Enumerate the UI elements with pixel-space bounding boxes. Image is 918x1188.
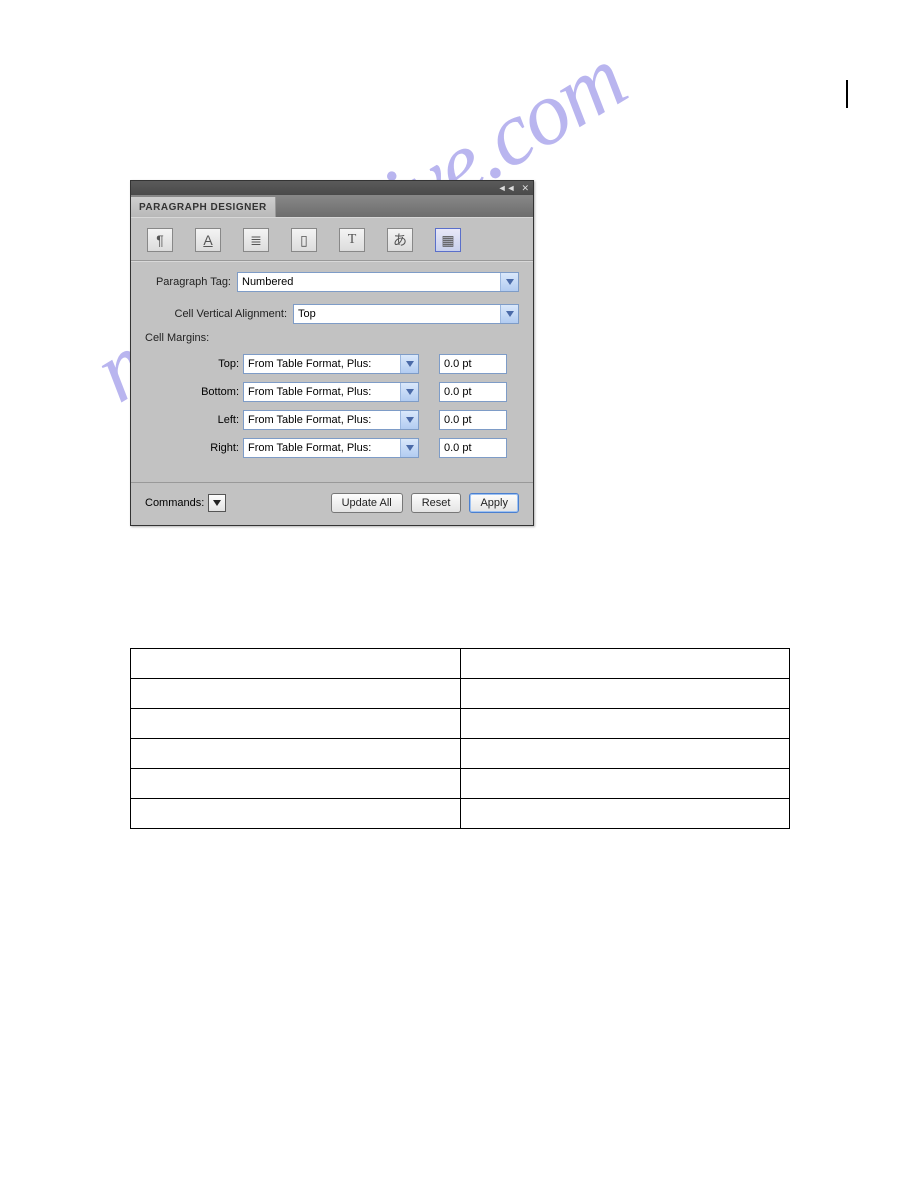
table-cell[interactable] <box>460 649 790 679</box>
table-cell[interactable] <box>131 649 461 679</box>
update-all-button[interactable]: Update All <box>331 493 403 513</box>
cell-valign-value: Top <box>294 308 500 320</box>
numbering-icon[interactable]: ▯ <box>291 228 317 252</box>
asian-icon[interactable]: あ <box>387 228 413 252</box>
margin-right-row: Right: From Table Format, Plus: 0.0 pt <box>195 438 519 458</box>
margin-left-mode-select[interactable]: From Table Format, Plus: <box>243 410 419 430</box>
margin-right-mode-select[interactable]: From Table Format, Plus: <box>243 438 419 458</box>
chevron-down-icon <box>400 439 418 457</box>
chevron-down-icon <box>400 411 418 429</box>
paragraph-tag-value: Numbered <box>238 276 500 288</box>
table-row <box>131 769 790 799</box>
margin-bottom-label: Bottom: <box>195 386 243 398</box>
margin-bottom-row: Bottom: From Table Format, Plus: 0.0 pt <box>195 382 519 402</box>
margin-left-input[interactable]: 0.0 pt <box>439 410 507 430</box>
margin-right-input[interactable]: 0.0 pt <box>439 438 507 458</box>
toolbar: ¶ A ≣ ▯ T あ ▦ <box>131 217 533 261</box>
commands-label: Commands: <box>145 497 204 509</box>
chevron-down-icon <box>400 383 418 401</box>
hiragana-icon: あ <box>393 230 407 250</box>
page-icon: ▯ <box>300 232 308 249</box>
table-cell[interactable] <box>131 739 461 769</box>
cell-valign-label: Cell Vertical Alignment: <box>145 308 293 320</box>
tab-paragraph-designer[interactable]: PARAGRAPH DESIGNER <box>131 197 276 217</box>
close-icon[interactable]: ✕ <box>521 183 529 194</box>
table-cell[interactable] <box>460 739 790 769</box>
commands-dropdown[interactable] <box>208 494 226 512</box>
font-icon[interactable]: A <box>195 228 221 252</box>
cell-margins-label: Cell Margins: <box>145 332 519 344</box>
t-icon: T <box>348 232 357 248</box>
paragraph-tag-label: Paragraph Tag: <box>145 276 237 288</box>
table-cell[interactable] <box>460 709 790 739</box>
pilcrow-icon: ¶ <box>156 232 164 248</box>
table-row <box>131 739 790 769</box>
tablecell-icon[interactable]: ▦ <box>435 228 461 252</box>
margin-top-mode: From Table Format, Plus: <box>244 358 400 370</box>
footer-buttons: Update All Reset Apply <box>331 493 519 513</box>
margin-bottom-mode-select[interactable]: From Table Format, Plus: <box>243 382 419 402</box>
table-row <box>131 649 790 679</box>
margin-top-input[interactable]: 0.0 pt <box>439 354 507 374</box>
margin-top-mode-select[interactable]: From Table Format, Plus: <box>243 354 419 374</box>
paragraph-tag-select[interactable]: Numbered <box>237 272 519 292</box>
margin-right-label: Right: <box>195 442 243 454</box>
dialog-tabrow: PARAGRAPH DESIGNER <box>131 195 533 217</box>
paragraph-designer-dialog: ◄◄ ✕ PARAGRAPH DESIGNER ¶ A ≣ ▯ T あ ▦ Pa… <box>130 180 534 526</box>
dialog-titlebar[interactable]: ◄◄ ✕ <box>131 181 533 195</box>
chevron-down-icon <box>500 273 518 291</box>
table-row <box>131 679 790 709</box>
pagination-icon[interactable]: ≣ <box>243 228 269 252</box>
margin-left-label: Left: <box>195 414 243 426</box>
margin-top-row: Top: From Table Format, Plus: 0.0 pt <box>195 354 519 374</box>
table-cell[interactable] <box>131 709 461 739</box>
cell-valign-row: Cell Vertical Alignment: Top <box>145 304 519 324</box>
margin-bottom-mode: From Table Format, Plus: <box>244 386 400 398</box>
table-cell[interactable] <box>131 769 461 799</box>
reset-button[interactable]: Reset <box>411 493 462 513</box>
document-table <box>130 648 790 829</box>
dialog-footer: Commands: Update All Reset Apply <box>131 482 533 525</box>
margin-top-label: Top: <box>195 358 243 370</box>
cell-valign-select[interactable]: Top <box>293 304 519 324</box>
dialog-inner: ¶ A ≣ ▯ T あ ▦ Paragraph Tag: Numbered Ce… <box>131 217 533 525</box>
basic-icon[interactable]: ¶ <box>147 228 173 252</box>
table-row <box>131 799 790 829</box>
advanced-icon[interactable]: T <box>339 228 365 252</box>
table-cell[interactable] <box>460 769 790 799</box>
form-body: Paragraph Tag: Numbered Cell Vertical Al… <box>131 261 533 482</box>
commands-group: Commands: <box>145 494 226 512</box>
text-cursor <box>846 80 848 108</box>
margin-left-mode: From Table Format, Plus: <box>244 414 400 426</box>
table-cell[interactable] <box>131 799 461 829</box>
chevron-down-icon <box>400 355 418 373</box>
margin-right-mode: From Table Format, Plus: <box>244 442 400 454</box>
table-cell[interactable] <box>460 799 790 829</box>
apply-button[interactable]: Apply <box>469 493 519 513</box>
letter-a-icon: A <box>203 232 212 248</box>
paragraph-tag-row: Paragraph Tag: Numbered <box>145 272 519 292</box>
margin-bottom-input[interactable]: 0.0 pt <box>439 382 507 402</box>
margin-rows: Top: From Table Format, Plus: 0.0 pt Bot… <box>145 354 519 458</box>
chevron-down-icon <box>500 305 518 323</box>
table-row <box>131 709 790 739</box>
grid-icon: ▦ <box>441 232 454 249</box>
collapse-icon[interactable]: ◄◄ <box>498 183 516 193</box>
lines-icon: ≣ <box>250 232 262 249</box>
margin-left-row: Left: From Table Format, Plus: 0.0 pt <box>195 410 519 430</box>
table-cell[interactable] <box>131 679 461 709</box>
table-cell[interactable] <box>460 679 790 709</box>
